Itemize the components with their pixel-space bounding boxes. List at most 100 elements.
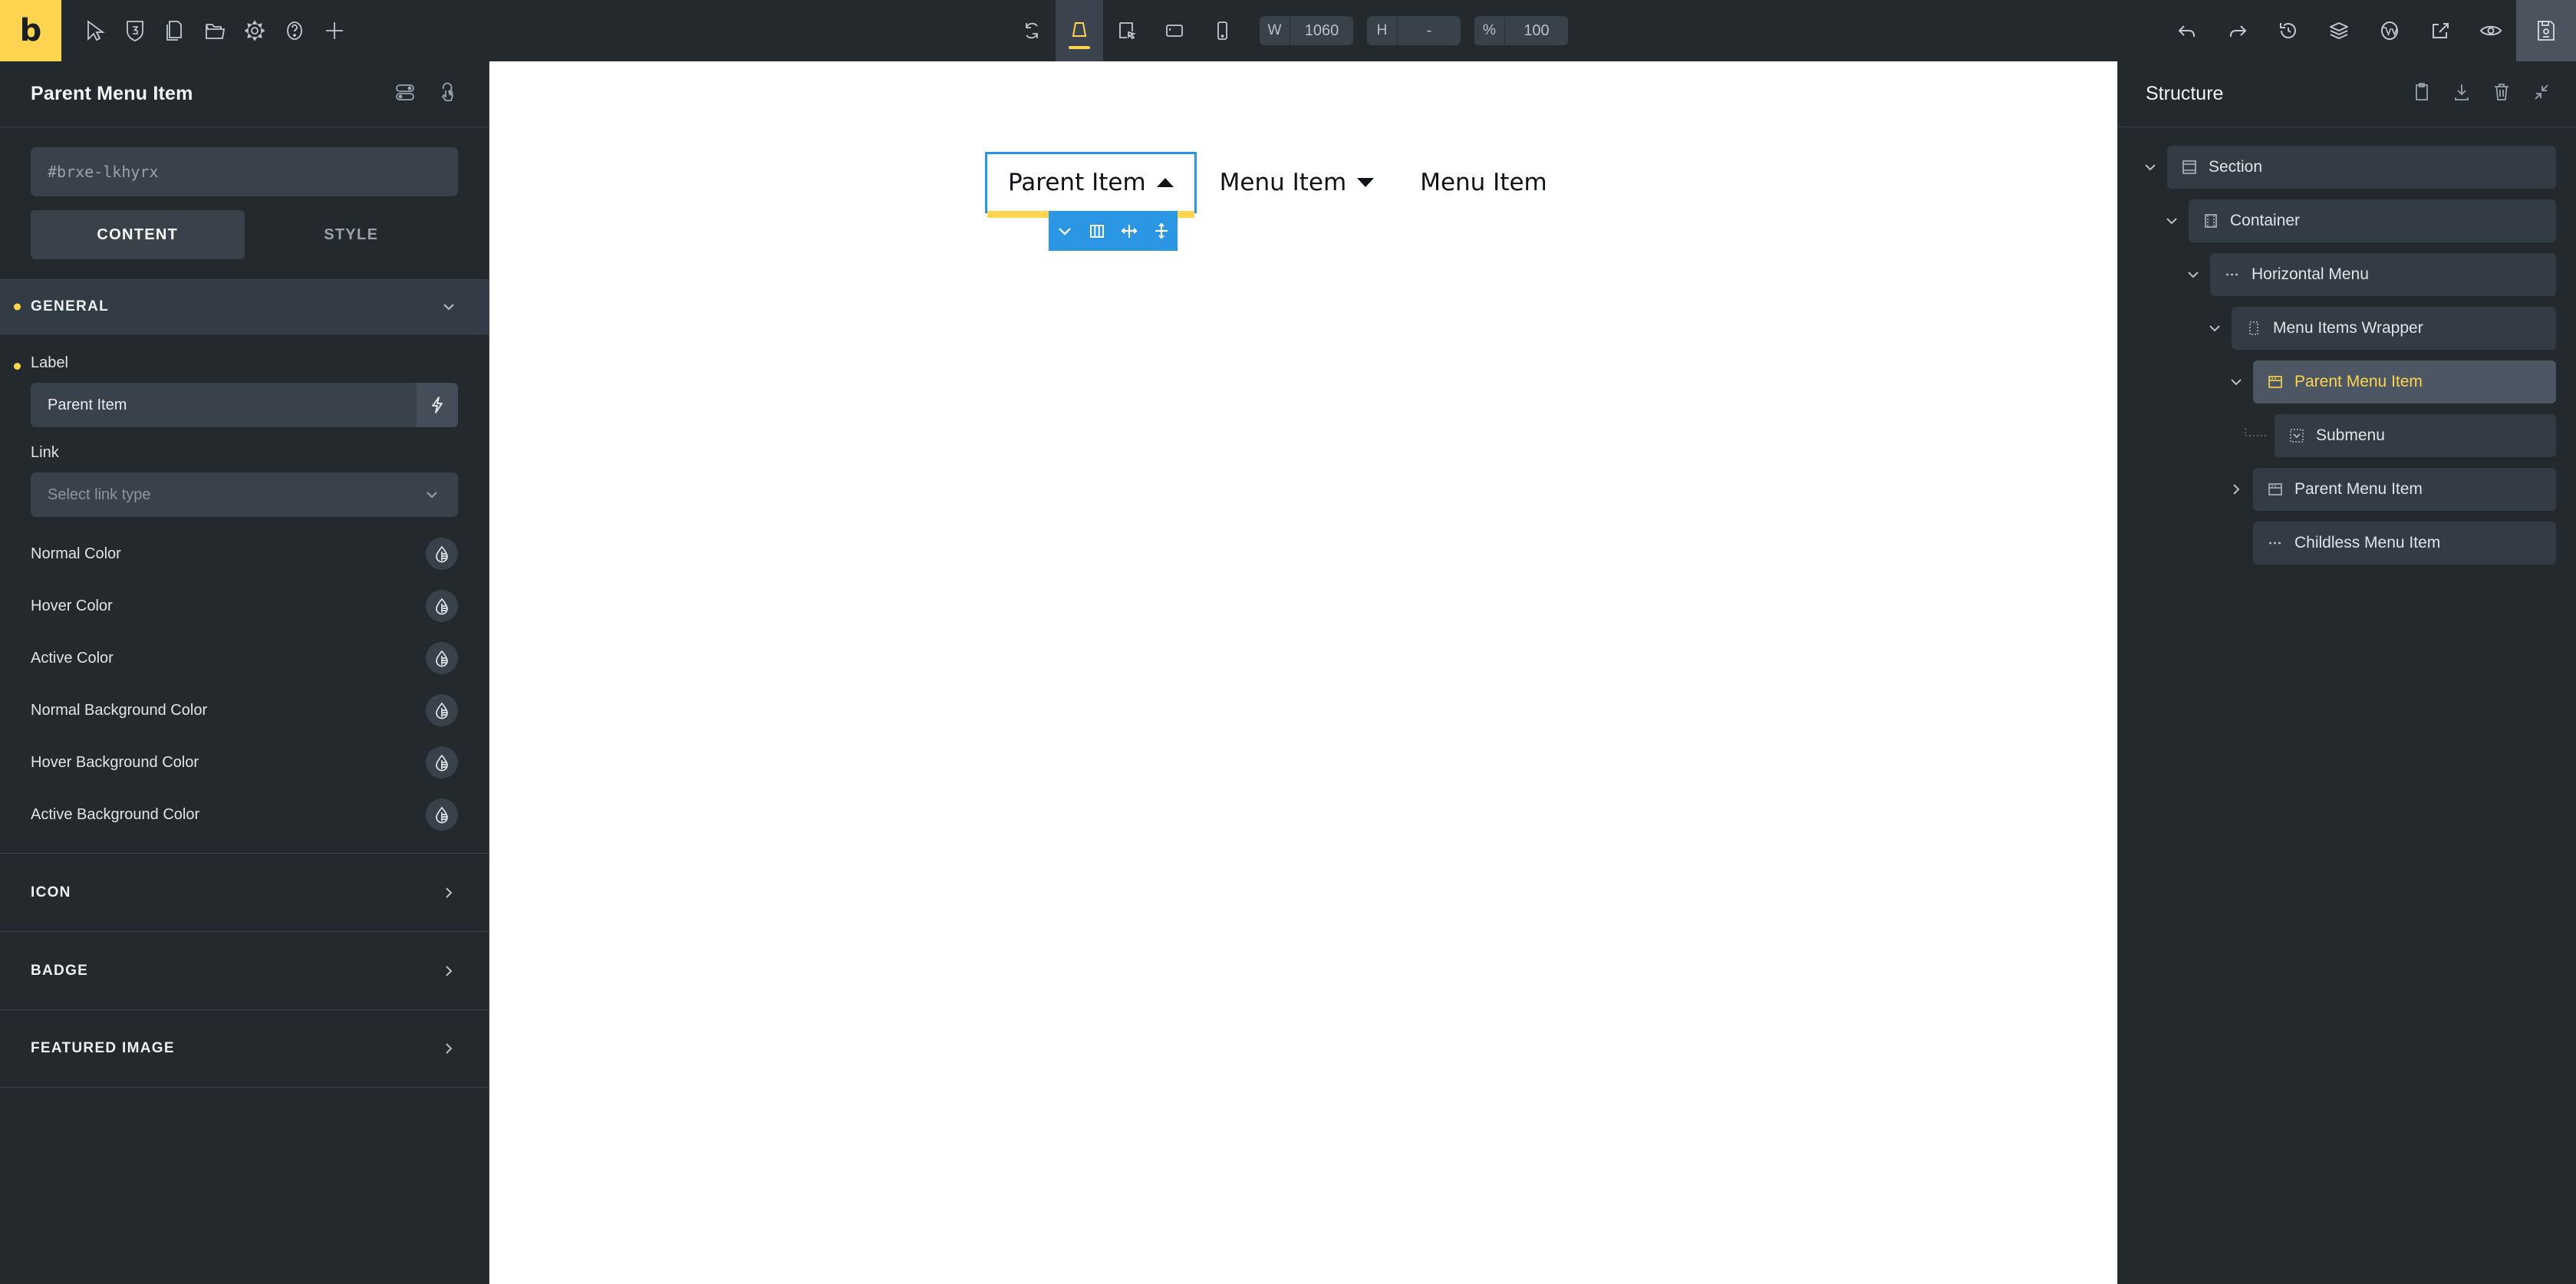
tree-node-box[interactable]: Parent Menu Item (2253, 468, 2556, 511)
clipboard-icon[interactable] (2412, 81, 2432, 107)
columns-icon[interactable] (1081, 211, 1113, 251)
color-droplet-icon[interactable] (426, 538, 458, 570)
height-label: H (1367, 16, 1398, 45)
toolbar-right-group (2162, 0, 2576, 61)
chevron-down-icon[interactable] (2155, 212, 2189, 230)
tree-node-box[interactable]: Submenu (2275, 414, 2556, 457)
height-control[interactable]: H - (1367, 16, 1461, 45)
zoom-value[interactable]: 100 (1505, 16, 1568, 45)
layers-icon[interactable] (2314, 0, 2364, 61)
gear-icon[interactable] (235, 0, 275, 61)
tree-node-section[interactable]: Section (2133, 146, 2556, 189)
section-header-general[interactable]: GENERAL (0, 279, 489, 334)
eye-icon[interactable] (2466, 0, 2516, 61)
wordpress-icon[interactable] (2364, 0, 2415, 61)
color-droplet-icon[interactable] (426, 590, 458, 622)
caret-up-icon (1156, 178, 1174, 187)
label-input[interactable]: Parent Item (31, 383, 458, 427)
interactions-icon[interactable] (436, 81, 458, 107)
dynamic-data-icon[interactable] (417, 383, 458, 427)
tree-node-box[interactable]: Childless Menu Item (2253, 522, 2556, 565)
color-droplet-icon[interactable] (426, 798, 458, 831)
chevron-down-icon[interactable] (1049, 211, 1081, 251)
tree-node-container[interactable]: Container (2133, 199, 2556, 242)
tree-node-menu-items-wrapper[interactable]: Menu Items Wrapper (2133, 307, 2556, 350)
undo-icon[interactable] (2162, 0, 2212, 61)
color-droplet-icon[interactable] (426, 694, 458, 726)
revisions-icon[interactable] (2263, 0, 2314, 61)
color-row-hover-bg[interactable]: Hover Background Color (31, 736, 458, 789)
menu-item-3[interactable]: Menu Item (1397, 152, 1570, 213)
collapse-icon[interactable] (2532, 81, 2551, 107)
arrows-horizontal-icon[interactable] (1113, 211, 1145, 251)
download-icon[interactable] (2452, 81, 2472, 107)
accordion-badge[interactable]: BADGE (0, 931, 489, 1009)
mobile-icon[interactable] (1198, 0, 1246, 61)
tree-node-childless-menu-item[interactable]: Childless Menu Item (2133, 522, 2556, 565)
external-link-icon[interactable] (2415, 0, 2466, 61)
tree-node-parent-menu-item-selected[interactable]: Parent Menu Item (2133, 361, 2556, 403)
tab-style[interactable]: STYLE (245, 210, 459, 259)
color-row-active[interactable]: Active Color (31, 632, 458, 684)
tablet-icon[interactable] (1151, 0, 1198, 61)
tree-node-box[interactable]: Section (2167, 146, 2556, 189)
tree-node-box[interactable]: Container (2189, 199, 2556, 242)
tree-node-horizontal-menu[interactable]: Horizontal Menu (2133, 253, 2556, 296)
chevron-down-icon[interactable] (2198, 319, 2232, 337)
link-type-select[interactable]: Select link type (31, 472, 458, 517)
accordion-icon[interactable]: ICON (0, 853, 489, 931)
color-label: Active Background Color (31, 805, 200, 823)
menu-item-parent-selected[interactable]: Parent Item (985, 152, 1197, 251)
refresh-icon[interactable] (1008, 0, 1056, 61)
chevron-down-icon[interactable] (2219, 373, 2253, 391)
menu-dashes-icon (2267, 535, 2284, 551)
toggle-settings-icon[interactable] (394, 81, 417, 107)
toolbar-left-group (61, 0, 354, 61)
cursor-icon[interactable] (75, 0, 115, 61)
chevron-down-icon[interactable] (440, 298, 458, 316)
color-row-active-bg[interactable]: Active Background Color (31, 789, 458, 841)
zoom-control[interactable]: % 100 (1474, 16, 1568, 45)
chevron-right-icon[interactable] (2219, 480, 2253, 499)
bricks-shield-icon[interactable] (115, 0, 155, 61)
pages-icon[interactable] (155, 0, 195, 61)
chevron-down-icon[interactable] (2133, 158, 2167, 176)
tablet-landscape-icon[interactable] (1103, 0, 1151, 61)
tree-node-box[interactable]: Parent Menu Item (2253, 361, 2556, 403)
panel-header: Parent Menu Item (0, 61, 489, 127)
width-control[interactable]: W 1060 (1260, 16, 1353, 45)
color-row-normal-bg[interactable]: Normal Background Color (31, 684, 458, 736)
bricks-logo[interactable]: b (0, 0, 61, 61)
window-icon (2267, 374, 2284, 390)
plus-icon[interactable] (315, 0, 354, 61)
tree-node-box[interactable]: Menu Items Wrapper (2232, 307, 2556, 350)
tree-node-submenu[interactable]: Submenu (2133, 414, 2556, 457)
height-value[interactable]: - (1398, 16, 1461, 45)
arrows-vertical-icon[interactable] (1145, 211, 1178, 251)
desktop-icon[interactable] (1056, 0, 1103, 61)
color-label: Normal Color (31, 545, 121, 562)
save-icon[interactable] (2516, 0, 2576, 61)
chevron-down-icon (423, 486, 441, 504)
label-input-value[interactable]: Parent Item (31, 383, 417, 427)
structure-header-icons (2412, 81, 2551, 107)
redo-icon[interactable] (2212, 0, 2263, 61)
accordion-featured-image[interactable]: FEATURED IMAGE (0, 1009, 489, 1088)
section-title-general: GENERAL (31, 298, 109, 314)
page-canvas[interactable]: Parent Item Menu Item Menu Item (489, 61, 2117, 1284)
panel-scroll-area[interactable]: GENERAL Label Parent Item Link Select li… (0, 279, 489, 1284)
color-row-normal[interactable]: Normal Color (31, 528, 458, 580)
tree-node-parent-menu-item-2[interactable]: Parent Menu Item (2133, 468, 2556, 511)
help-circle-icon[interactable] (275, 0, 315, 61)
chevron-down-icon[interactable] (2176, 265, 2210, 284)
tab-content[interactable]: CONTENT (31, 210, 245, 259)
color-row-hover[interactable]: Hover Color (31, 580, 458, 632)
width-value[interactable]: 1060 (1290, 16, 1353, 45)
tree-node-box[interactable]: Horizontal Menu (2210, 253, 2556, 296)
menu-item-2[interactable]: Menu Item (1197, 152, 1398, 213)
trash-icon[interactable] (2492, 81, 2512, 107)
color-droplet-icon[interactable] (426, 642, 458, 674)
element-id-field[interactable]: #brxe-lkhyrx (31, 147, 458, 196)
color-droplet-icon[interactable] (426, 746, 458, 779)
folder-icon[interactable] (195, 0, 235, 61)
